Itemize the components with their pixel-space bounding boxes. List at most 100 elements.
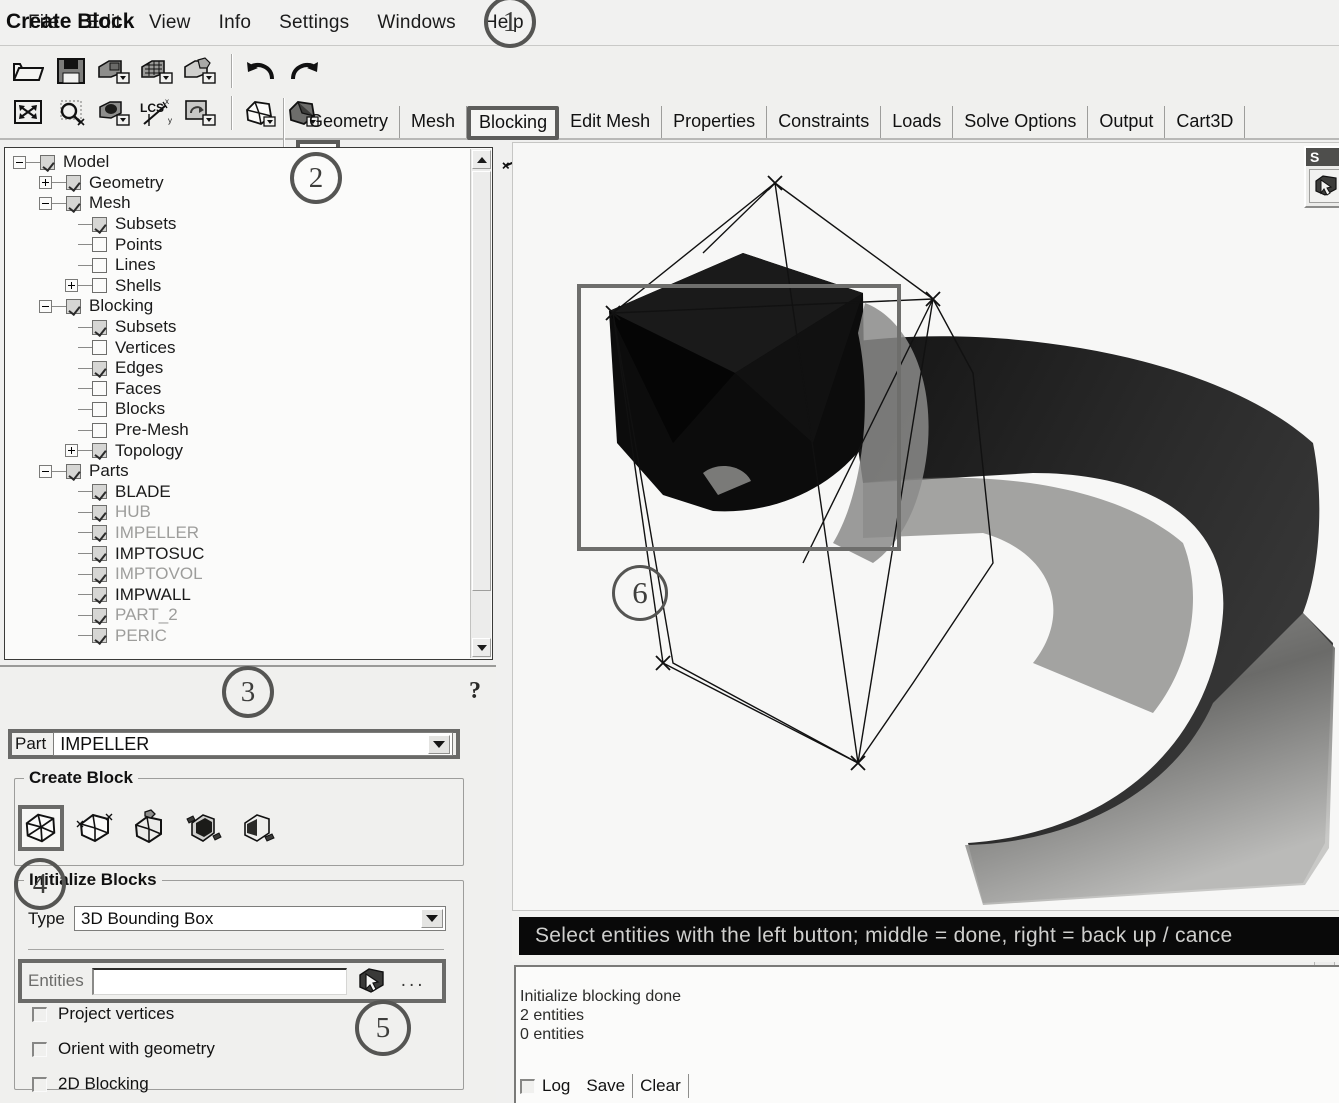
undo-icon[interactable] <box>241 52 281 90</box>
tree-node-checkbox[interactable] <box>66 463 81 479</box>
floating-mini-toolbar[interactable]: S <box>1304 146 1339 208</box>
log-checkbox[interactable]: Log <box>520 1076 570 1096</box>
tab-output[interactable]: Output <box>1088 106 1166 138</box>
tree-node-hub[interactable]: HUB <box>7 502 473 523</box>
type-dropdown-button[interactable] <box>421 909 443 928</box>
tree-node-checkbox[interactable] <box>66 298 81 314</box>
log-text-area[interactable]: Initialize blocking done 2 entities 0 enti… <box>520 987 1335 1063</box>
tree-scroll-down-button[interactable] <box>472 638 491 657</box>
tree-node-subsets[interactable]: Subsets <box>7 214 473 235</box>
tree-node-checkbox[interactable] <box>92 319 107 335</box>
tree-node-checkbox[interactable] <box>92 381 107 397</box>
tree-node-checkbox[interactable] <box>92 504 107 520</box>
part-combobox[interactable]: IMPELLER <box>53 732 453 756</box>
tree-node-edges[interactable]: Edges <box>7 358 473 379</box>
lcs-icon[interactable]: LCS x y <box>137 94 177 132</box>
menu-item-view[interactable]: View <box>135 9 205 37</box>
tab-cart3d[interactable]: Cart3D <box>1165 106 1246 138</box>
orient-with-geometry-checkbox[interactable]: Orient with geometry <box>32 1039 215 1059</box>
collapse-icon[interactable] <box>13 155 26 169</box>
redo-icon[interactable] <box>284 52 324 90</box>
tree-node-checkbox[interactable] <box>92 607 107 623</box>
tab-constraints[interactable]: Constraints <box>767 106 882 138</box>
tree-node-topology[interactable]: Topology <box>7 440 473 461</box>
tree-node-checkbox[interactable] <box>92 525 107 541</box>
tree-node-checkbox[interactable] <box>92 484 107 500</box>
type-combobox[interactable]: 3D Bounding Box <box>74 906 446 931</box>
entities-more-button[interactable]: ... <box>401 970 426 992</box>
tab-loads[interactable]: Loads <box>881 106 954 138</box>
open-file-icon[interactable] <box>8 52 48 90</box>
menu-item-info[interactable]: Info <box>205 9 266 37</box>
from-faces-icon[interactable] <box>126 805 172 851</box>
refresh-view-icon[interactable] <box>180 94 220 132</box>
tree-node-blocking[interactable]: Blocking <box>7 296 473 317</box>
menu-item-help[interactable]: Help <box>470 9 538 37</box>
tree-node-mesh[interactable]: Mesh <box>7 193 473 214</box>
measure-icon[interactable] <box>94 94 134 132</box>
tree-node-checkbox[interactable] <box>66 175 81 191</box>
tree-node-checkbox[interactable] <box>92 628 107 644</box>
expand-icon[interactable] <box>65 279 78 293</box>
save-geometry-icon[interactable] <box>94 52 134 90</box>
tree-node-blocks[interactable]: Blocks <box>7 399 473 420</box>
tab-mesh[interactable]: Mesh <box>400 106 468 138</box>
tree-node-checkbox[interactable] <box>40 154 55 170</box>
tree-node-checkbox[interactable] <box>92 340 107 356</box>
zoom-box-icon[interactable] <box>51 94 91 132</box>
save-blocking-icon[interactable] <box>180 52 220 90</box>
help-icon[interactable]: ? <box>462 676 488 706</box>
expand-icon[interactable] <box>65 444 78 458</box>
tab-geometry[interactable]: Geometry <box>298 106 401 138</box>
wireframe-display-icon[interactable] <box>241 94 281 132</box>
part-dropdown-button[interactable] <box>428 735 450 754</box>
tree-node-checkbox[interactable] <box>92 216 107 232</box>
2d-blocking-checkbox[interactable]: 2D Blocking <box>32 1074 149 1094</box>
tree-node-shells[interactable]: Shells <box>7 276 473 297</box>
tree-node-checkbox[interactable] <box>92 422 107 438</box>
tree-node-imptovol[interactable]: IMPTOVOL <box>7 564 473 585</box>
save-icon[interactable] <box>51 52 91 90</box>
tree-node-checkbox[interactable] <box>92 360 107 376</box>
tree-node-faces[interactable]: Faces <box>7 379 473 400</box>
extrude-face-icon[interactable] <box>234 805 280 851</box>
tree-node-impeller[interactable]: IMPELLER <box>7 523 473 544</box>
tree-node-peric[interactable]: PERIC <box>7 626 473 647</box>
tab-edit-mesh[interactable]: Edit Mesh <box>559 106 663 138</box>
collapse-icon[interactable] <box>39 299 52 313</box>
2d-to-3d-icon[interactable] <box>180 805 226 851</box>
tree-node-geometry[interactable]: Geometry <box>7 173 473 194</box>
model-tree[interactable]: Model Geometry Mesh Subsets Points Lines Shell… <box>7 152 473 657</box>
tree-node-subsets[interactable]: Subsets <box>7 317 473 338</box>
collapse-icon[interactable] <box>39 196 52 210</box>
tree-node-imptosuc[interactable]: IMPTOSUC <box>7 543 473 564</box>
tree-node-checkbox[interactable] <box>66 195 81 211</box>
graphics-viewport[interactable] <box>512 142 1339 912</box>
menu-item-settings[interactable]: Settings <box>265 9 363 37</box>
tab-properties[interactable]: Properties <box>662 106 768 138</box>
clear-log-button[interactable]: Clear <box>633 1074 689 1098</box>
tree-scroll-thumb[interactable] <box>472 171 491 591</box>
tree-node-checkbox[interactable] <box>92 566 107 582</box>
save-log-button[interactable]: Save <box>579 1074 634 1098</box>
tree-node-parts[interactable]: Parts <box>7 461 473 482</box>
tree-node-vertices[interactable]: Vertices <box>7 337 473 358</box>
tab-solve-options[interactable]: Solve Options <box>953 106 1089 138</box>
tree-node-checkbox[interactable] <box>92 237 107 253</box>
tree-node-checkbox[interactable] <box>92 443 107 459</box>
tree-node-model[interactable]: Model <box>7 152 473 173</box>
select-tool-icon[interactable] <box>1309 169 1339 203</box>
tree-node-checkbox[interactable] <box>92 401 107 417</box>
from-bounding-box-icon[interactable] <box>18 805 64 851</box>
select-entities-cursor-icon[interactable] <box>355 965 389 997</box>
tree-node-lines[interactable]: Lines <box>7 255 473 276</box>
save-mesh-icon[interactable] <box>137 52 177 90</box>
fit-window-icon[interactable] <box>8 94 48 132</box>
tree-node-impwall[interactable]: IMPWALL <box>7 584 473 605</box>
from-vertices-icon[interactable] <box>72 805 118 851</box>
tree-node-pre-mesh[interactable]: Pre-Mesh <box>7 420 473 441</box>
tree-node-checkbox[interactable] <box>92 278 107 294</box>
tree-node-part-2[interactable]: PART_2 <box>7 605 473 626</box>
tree-vertical-scrollbar[interactable] <box>470 149 491 658</box>
tree-node-checkbox[interactable] <box>92 546 107 562</box>
